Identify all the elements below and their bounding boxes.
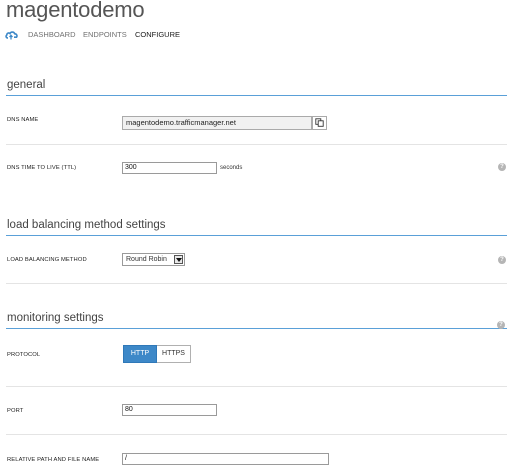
port-label: PORT xyxy=(7,408,24,414)
path-input[interactable]: / xyxy=(122,453,329,465)
copy-button[interactable] xyxy=(312,116,327,130)
tab-endpoints[interactable]: ENDPOINTS xyxy=(83,30,127,39)
row-divider xyxy=(6,283,507,284)
help-icon[interactable]: ? xyxy=(498,163,506,171)
protocol-label: PROTOCOL xyxy=(7,352,41,358)
dns-name-label: DNS NAME xyxy=(7,117,39,123)
help-icon[interactable]: ? xyxy=(498,256,506,264)
help-icon[interactable]: ? xyxy=(497,321,505,329)
section-title-general: general xyxy=(7,79,46,91)
section-title-monitoring: monitoring settings xyxy=(7,312,104,324)
load-balancing-method-select[interactable]: Round Robin xyxy=(122,253,185,266)
section-title-load-balancing: load balancing method settings xyxy=(7,219,166,231)
row-divider xyxy=(6,386,507,387)
tab-dashboard[interactable]: DASHBOARD xyxy=(28,30,76,39)
port-input[interactable]: 80 xyxy=(122,404,217,416)
load-balancing-method-label: LOAD BALANCING METHOD xyxy=(7,257,87,263)
section-divider xyxy=(6,95,507,96)
section-divider xyxy=(6,235,507,236)
cloud-logo-icon xyxy=(5,28,19,40)
path-label: RELATIVE PATH AND FILE NAME xyxy=(7,457,100,463)
select-value: Round Robin xyxy=(126,256,167,263)
dns-name-field[interactable]: magentodemo.trafficmanager.net xyxy=(122,116,312,130)
copy-icon xyxy=(315,114,324,132)
chevron-down-icon[interactable] xyxy=(174,255,183,264)
row-divider xyxy=(6,434,507,435)
tab-configure[interactable]: CONFIGURE xyxy=(135,30,180,39)
section-divider xyxy=(6,328,507,329)
ttl-input[interactable]: 300 xyxy=(122,162,217,174)
protocol-http-button[interactable]: HTTP xyxy=(123,345,157,363)
page-title: magentodemo xyxy=(6,0,145,22)
ttl-label: DNS TIME TO LIVE (TTL) xyxy=(7,165,77,171)
protocol-https-button[interactable]: HTTPS xyxy=(157,345,191,363)
row-divider xyxy=(6,144,507,145)
ttl-unit: seconds xyxy=(220,165,243,171)
